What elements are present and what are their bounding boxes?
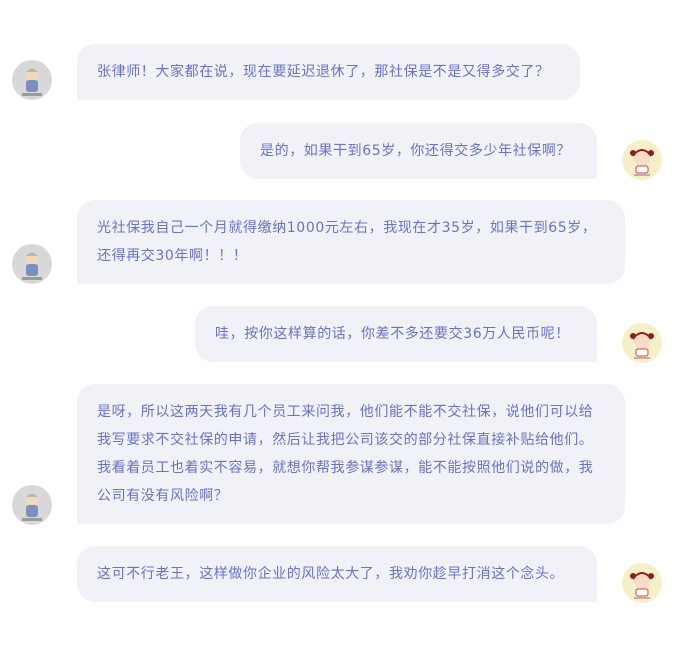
chat-message-bubble: 光社保我自己一个月就得缴纳1000元左右，我现在才35岁，如果干到65岁，还得再… [77,200,625,284]
cartoon-girl-avatar-icon [622,140,662,180]
elderly-man-avatar-icon [12,244,52,284]
elderly-man-avatar-icon [12,60,52,100]
chat-message-bubble: 哇，按你这样算的话，你差不多还要交36万人民币呢！ [195,306,597,362]
chat-message-bubble: 是的，如果干到65岁，你还得交多少年社保啊？ [240,123,597,179]
elderly-man-avatar-icon [12,485,52,525]
cartoon-girl-avatar-icon [622,323,662,363]
cartoon-girl-avatar-icon [622,563,662,603]
chat-message-bubble: 这可不行老王，这样做你企业的风险太大了，我劝你趁早打消这个念头。 [77,546,597,602]
chat-message-bubble: 张律师！大家都在说，现在要延迟退休了，那社保是不是又得多交了？ [77,44,580,100]
chat-conversation: 张律师！大家都在说，现在要延迟退休了，那社保是不是又得多交了？ 是的，如果干到6… [0,0,676,645]
chat-message-bubble: 是呀，所以这两天我有几个员工来问我，他们能不能不交社保，说他们可以给我写要求不交… [77,384,625,524]
